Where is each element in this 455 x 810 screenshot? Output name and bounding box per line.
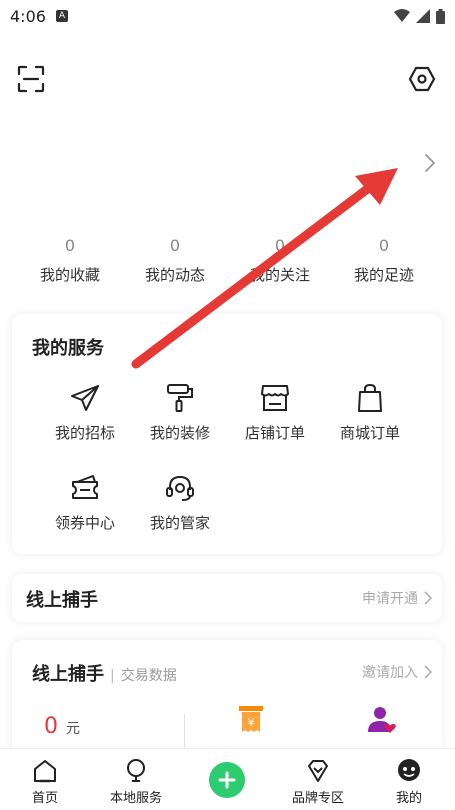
service-label: 我的装修 [149,424,210,442]
paint-roller-icon [167,384,193,412]
amount-display: 0 元 [44,714,80,739]
service-renovation[interactable]: 我的装修 [132,382,228,443]
status-time: 4:06 [10,6,46,26]
settings-icon[interactable] [407,64,437,94]
diamond-icon [308,760,328,782]
home-icon [34,760,56,783]
trade-data-title: 线上捕手 [32,664,104,685]
bottom-nav: 首页 本地服务 品牌专区 我的 [0,748,455,810]
invite-join-label: 邀请加入 [362,665,418,681]
stat-label: 我的收藏 [39,266,100,284]
stat-footprints[interactable]: 0 我的足迹 [332,232,436,285]
headset-icon [166,475,194,501]
location-bulb-icon [127,759,145,782]
nav-mine[interactable]: 我的 [369,757,449,806]
chevron-right-icon [424,665,432,679]
battery-icon [436,8,445,24]
nav-local-label: 本地服务 [109,791,162,806]
service-label: 商城订单 [339,424,400,442]
online-helper-card[interactable]: 线上捕手 申请开通 [12,574,442,622]
add-button[interactable] [209,762,245,798]
service-label: 我的管家 [149,514,210,532]
paper-plane-icon [71,385,99,411]
service-mall-orders[interactable]: 商城订单 [322,382,418,443]
apply-open-label: 申请开通 [362,591,418,607]
nav-mine-label: 我的 [395,791,422,806]
receipt-icon[interactable]: ¥ [236,704,266,736]
services-card: 我的服务 我的招标 我的装修 店铺订单 商城订单 领券中心 我的管家 [12,314,442,554]
nav-local-services[interactable]: 本地服务 [96,757,176,806]
plus-icon [218,771,236,789]
service-store-orders[interactable]: 店铺订单 [227,382,323,443]
chevron-right-icon [424,591,432,605]
nav-home[interactable]: 首页 [5,757,85,806]
stat-favorites[interactable]: 0 我的收藏 [18,232,122,285]
divider [184,714,185,748]
stat-label: 我的动态 [144,266,205,284]
nav-home-label: 首页 [31,791,58,806]
scan-icon[interactable] [16,64,46,94]
coupon-icon [72,475,98,499]
stat-label: 我的足迹 [353,266,414,284]
service-bidding[interactable]: 我的招标 [37,382,133,443]
shopping-bag-icon [358,383,382,412]
online-helper-title: 线上捕手 [26,590,98,611]
invite-join-link[interactable]: 邀请加入 [362,662,432,682]
signal-icon [416,9,430,23]
svg-text:¥: ¥ [248,716,255,729]
notification-badge: A [55,10,68,22]
stats-row: 0 我的收藏 0 我的动态 0 我的关注 0 我的足迹 [0,232,455,302]
trade-data-subtitle: 交易数据 [120,668,177,684]
stat-value: 0 [169,236,181,255]
user-heart-icon[interactable] [366,704,398,736]
profile-face-icon [398,759,420,781]
stat-activity[interactable]: 0 我的动态 [123,232,227,285]
stat-value: 0 [378,236,390,255]
amount-unit: 元 [66,721,80,737]
title-separator: | [110,668,115,684]
trade-data-header: 线上捕手 | 交易数据 [32,660,177,686]
wifi-icon [394,9,410,22]
service-label: 领券中心 [54,514,115,532]
apply-open-link[interactable]: 申请开通 [362,588,432,608]
storefront-icon [261,385,289,411]
trade-data-card: 线上捕手 | 交易数据 邀请加入 0 元 ¥ [12,640,442,755]
status-bar: 4:06 A [0,0,455,32]
service-label: 店铺订单 [244,424,305,442]
service-label: 我的招标 [54,424,115,442]
service-butler[interactable]: 我的管家 [132,472,228,533]
nav-brand-zone[interactable]: 品牌专区 [278,757,358,806]
service-coupons[interactable]: 领券中心 [37,472,133,533]
services-title: 我的服务 [32,338,104,359]
stat-label: 我的关注 [249,266,310,284]
stat-value: 0 [64,236,76,255]
stat-value: 0 [274,236,286,255]
amount-value: 0 [44,714,58,739]
profile-chevron-icon[interactable] [423,152,437,174]
nav-brand-label: 品牌专区 [291,791,344,806]
stat-following[interactable]: 0 我的关注 [228,232,332,285]
status-icons [394,8,445,24]
